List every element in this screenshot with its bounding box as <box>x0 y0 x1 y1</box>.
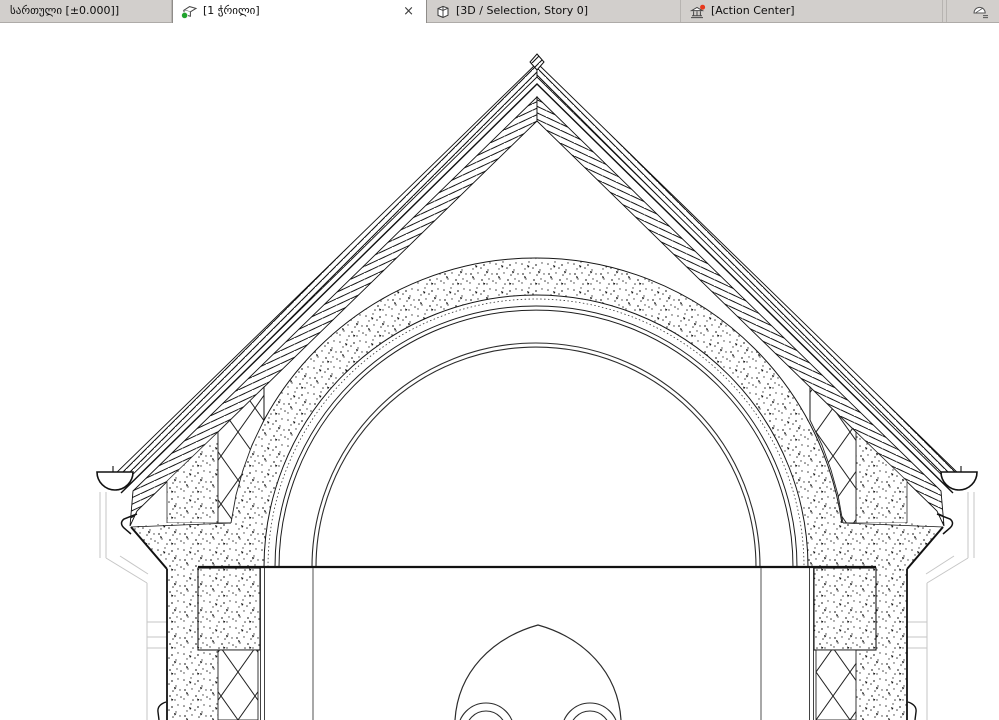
section-drawing-canvas[interactable] <box>0 23 999 720</box>
tab-story[interactable]: სართული [±0.000]] <box>0 0 172 22</box>
tab-action-center-label: [Action Center] <box>711 3 795 17</box>
tab-section-label: [1 ჭრილი] <box>203 4 260 17</box>
action-center-icon <box>689 4 706 18</box>
viewpoint-tab-bar: სართული [±0.000]] [1 ჭრილი] × [3D / Sele… <box>0 0 999 23</box>
tab-close-icon[interactable]: × <box>399 5 418 18</box>
tab-overview-button[interactable] <box>946 0 999 22</box>
tab-story-label: სართული [±0.000]] <box>10 3 120 17</box>
tab-3d[interactable]: [3D / Selection, Story 0] <box>427 0 681 22</box>
section-viewpoint-icon <box>181 6 198 19</box>
tab-3d-label: [3D / Selection, Story 0] <box>456 3 588 17</box>
tab-action-center[interactable]: [Action Center] <box>681 0 943 22</box>
tab-overview-icon <box>973 6 988 19</box>
3d-window-icon <box>437 5 449 18</box>
pier-fill-left <box>217 649 259 720</box>
tab-section-active[interactable]: [1 ჭრილი] × <box>172 0 427 23</box>
arch-footing-left <box>197 567 261 651</box>
arch-footing-right <box>813 567 877 651</box>
pier-fill-right <box>815 649 857 720</box>
drawing-area <box>0 23 999 720</box>
